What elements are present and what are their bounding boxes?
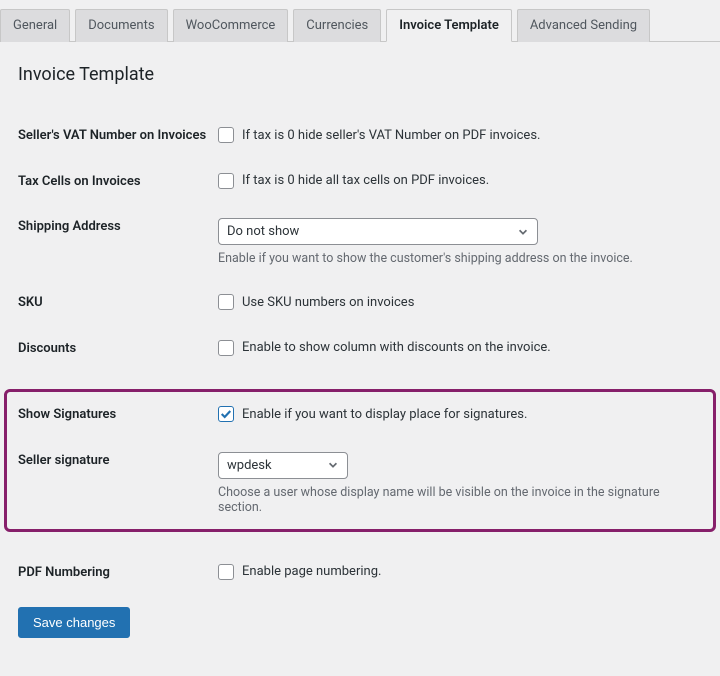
highlight-box: Show Signatures Enable if you want to di… xyxy=(4,389,716,532)
settings-table: Seller's VAT Number on Invoices If tax i… xyxy=(18,113,702,371)
select-value: Do not show xyxy=(227,224,299,239)
checkbox-vat[interactable] xyxy=(218,127,234,143)
tab-currencies[interactable]: Currencies xyxy=(293,9,381,42)
row-heading-sku: SKU xyxy=(18,280,218,326)
row-heading-shipping: Shipping Address xyxy=(18,204,218,280)
label-tax-cells: If tax is 0 hide all tax cells on PDF in… xyxy=(242,173,489,188)
chevron-down-icon xyxy=(327,459,339,471)
checkbox-pdf-numbering[interactable] xyxy=(218,564,234,580)
checkbox-tax-cells[interactable] xyxy=(218,173,234,189)
page-title: Invoice Template xyxy=(18,64,702,85)
chevron-down-icon xyxy=(517,226,529,238)
label-pdf-numbering: Enable page numbering. xyxy=(242,564,381,579)
row-heading-signatures: Show Signatures xyxy=(18,392,218,438)
label-discounts: Enable to show column with discounts on … xyxy=(242,340,551,355)
tab-advanced-sending[interactable]: Advanced Sending xyxy=(517,9,650,42)
select-seller-signature[interactable]: wpdesk xyxy=(218,452,348,479)
tab-general[interactable]: General xyxy=(0,9,70,42)
tab-documents[interactable]: Documents xyxy=(75,9,167,42)
label-sku: Use SKU numbers on invoices xyxy=(242,295,414,310)
select-shipping-address[interactable]: Do not show xyxy=(218,218,538,245)
tab-invoice-template[interactable]: Invoice Template xyxy=(386,9,512,42)
row-heading-seller-sig: Seller signature xyxy=(18,438,218,529)
checkbox-sku[interactable] xyxy=(218,294,234,310)
label-signatures: Enable if you want to display place for … xyxy=(242,407,527,422)
tabs-nav: General Documents WooCommerce Currencies… xyxy=(0,0,720,42)
desc-shipping: Enable if you want to show the customer'… xyxy=(218,251,702,266)
save-button[interactable]: Save changes xyxy=(18,607,130,638)
checkbox-show-signatures[interactable] xyxy=(218,406,234,422)
label-vat: If tax is 0 hide seller's VAT Number on … xyxy=(242,128,540,143)
row-heading-discounts: Discounts xyxy=(18,326,218,372)
row-heading-vat: Seller's VAT Number on Invoices xyxy=(18,113,218,159)
tab-woocommerce[interactable]: WooCommerce xyxy=(173,9,289,42)
checkbox-discounts[interactable] xyxy=(218,340,234,356)
row-heading-pdf-numbering: PDF Numbering xyxy=(18,550,218,596)
select-value: wpdesk xyxy=(227,458,272,473)
row-heading-tax-cells: Tax Cells on Invoices xyxy=(18,159,218,205)
desc-seller-sig: Choose a user whose display name will be… xyxy=(218,485,702,515)
